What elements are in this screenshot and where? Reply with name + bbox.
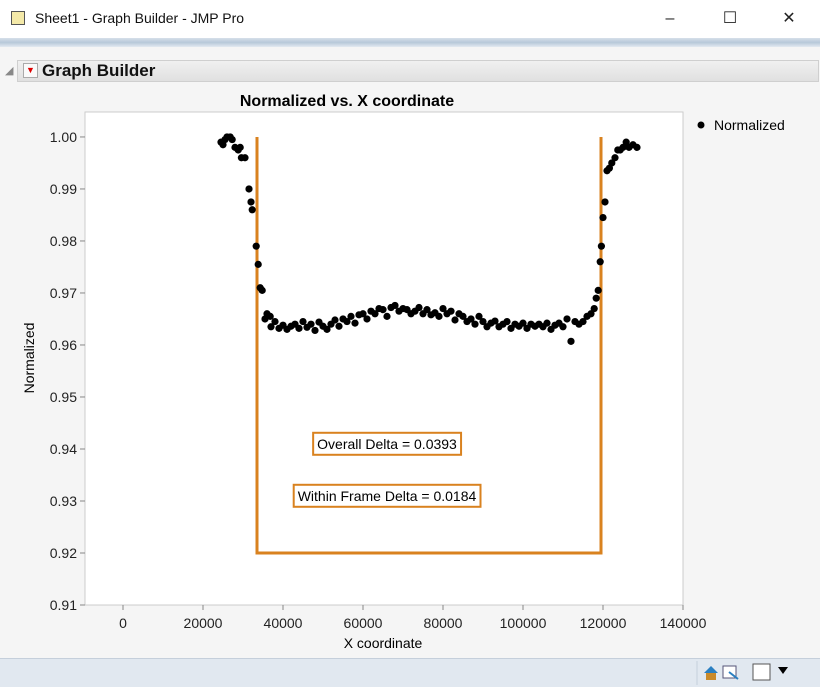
data-point [307,320,315,328]
y-tick-label: 0.97 [50,285,77,301]
data-point [633,143,641,151]
data-point [254,260,262,268]
data-point [596,258,604,266]
data-point [258,286,266,294]
data-point [471,320,479,328]
y-tick-label: 0.96 [50,337,77,353]
data-point [245,185,253,193]
data-point [599,213,607,222]
data-point [271,317,279,326]
x-tick-label: 0 [119,615,127,631]
data-point [252,242,260,250]
legend-label[interactable]: Normalized [714,117,785,133]
data-point [379,306,387,314]
data-point [248,206,256,214]
data-point [601,198,609,206]
x-tick-label: 20000 [184,615,223,631]
annotation-text: Within Frame Delta = 0.0184 [298,488,477,504]
data-point [563,315,571,323]
data-point [567,337,575,345]
data-point [592,294,600,302]
annotation-box: Within Frame Delta = 0.0184 [292,483,482,508]
y-tick-label: 0.91 [50,597,77,613]
status-bar [0,658,820,687]
x-tick-label: 60000 [344,615,383,631]
plot-area[interactable] [84,111,684,606]
scatter-chart: Normalized vs. X coordinate 1.00 0.99 0.98… [21,93,785,651]
y-tick-label: 1.00 [50,129,77,145]
x-tick-label: 100000 [500,615,547,631]
x-tick-label: 120000 [580,615,627,631]
data-point [559,323,567,331]
data-point [611,154,619,162]
y-axis-label: Normalized [21,323,37,394]
data-point [503,317,511,326]
data-point [597,242,606,250]
data-point [228,135,236,144]
data-point [383,312,391,320]
annotation-text: Overall Delta = 0.0393 [317,436,457,452]
y-tick-label: 0.92 [50,545,77,561]
data-point [347,312,355,320]
y-tick-label: 0.99 [50,181,77,197]
data-point [594,286,602,294]
data-point [415,303,423,312]
dropdown-arrow-icon[interactable] [778,667,788,674]
x-tick-label: 80000 [424,615,463,631]
legend-marker [697,121,705,129]
data-point [236,143,244,151]
y-tick-label: 0.95 [50,389,77,405]
data-point [311,326,319,335]
annotation-box: Overall Delta = 0.0393 [312,431,463,456]
chart-title: Normalized vs. X coordinate [240,93,454,110]
data-point [363,315,371,323]
data-point [447,307,455,315]
y-tick-label: 0.98 [50,233,77,249]
data-point [451,316,459,324]
x-axis-label: X coordinate [344,635,423,651]
data-point [590,304,598,313]
data-point [247,198,255,206]
data-point [435,312,443,320]
table-export-icon[interactable] [722,665,739,680]
x-tick-label: 140000 [660,615,707,631]
data-point [241,154,249,162]
data-point [331,316,339,324]
x-tick-label: 40000 [264,615,303,631]
y-tick-label: 0.93 [50,493,77,509]
selection-box-icon[interactable] [752,663,771,681]
y-tick-label: 0.94 [50,441,77,457]
data-point [295,324,303,332]
data-point [335,322,343,330]
data-point [351,319,359,327]
home-icon[interactable] [704,666,718,680]
data-point [543,319,551,327]
